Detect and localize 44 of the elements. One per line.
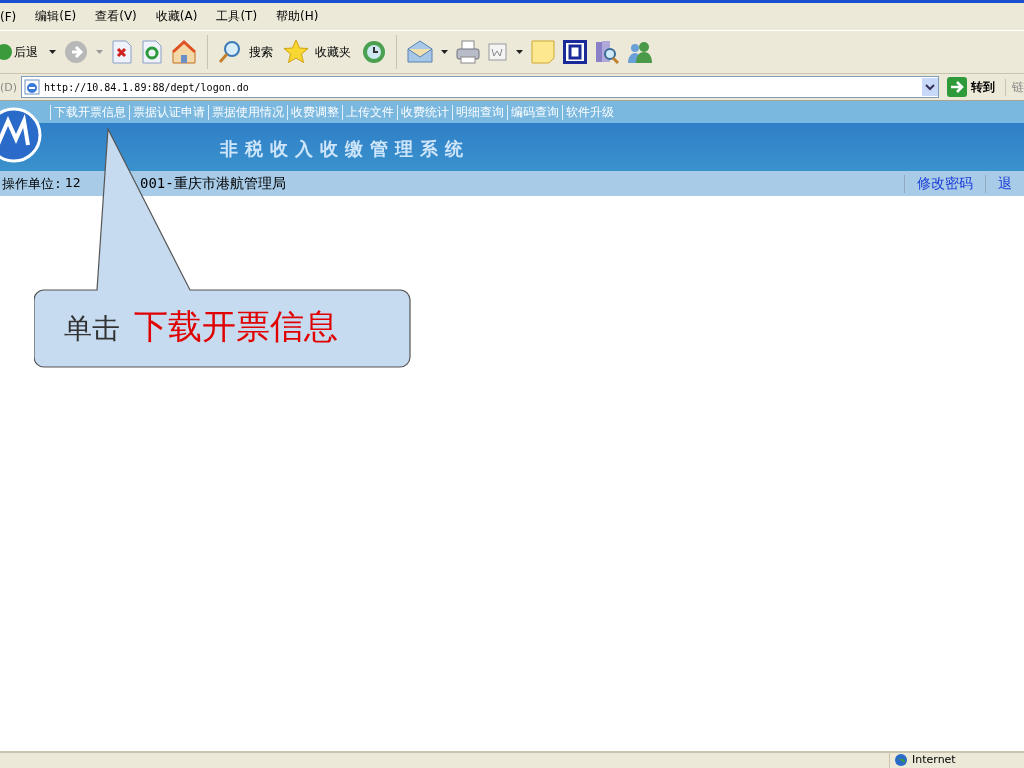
caret-icon[interactable] [49,50,56,54]
home-icon[interactable] [170,39,198,65]
go-button[interactable]: 转到 [943,77,1001,97]
refresh-icon[interactable] [140,39,164,65]
callout-text: 单击 下载开票信息 [64,305,338,348]
people-icon[interactable] [626,39,654,65]
search-button[interactable]: 搜索 [249,43,273,61]
caret-icon[interactable] [516,50,523,54]
menu-item[interactable]: 查看(V) [95,8,137,25]
menu-item[interactable]: (F) [0,9,17,24]
header-link[interactable]: 退 [985,174,1024,193]
document-icon[interactable] [487,41,509,63]
address-field[interactable]: http://10.84.1.89:88/dept/logon.do [21,76,939,98]
star-icon[interactable] [283,39,309,65]
book-icon[interactable] [594,39,620,65]
menu-item[interactable]: 编辑(E) [35,8,77,25]
printer-icon[interactable] [455,39,481,65]
system-title: 非税收入收缴管理系统 [220,137,471,161]
menu-item[interactable]: 帮助(H) [276,8,319,25]
stop-icon[interactable] [110,39,134,65]
caret-icon[interactable] [441,50,448,54]
history-icon[interactable] [361,39,387,65]
unit-code: 12 [64,174,81,192]
arrow-icon [947,77,967,97]
back-icon[interactable] [0,42,12,62]
globe-icon [894,753,908,767]
menu-item[interactable]: 工具(T) [216,8,258,25]
links-label[interactable]: 链 [1005,78,1024,96]
frame-icon[interactable] [562,39,588,65]
menu-item[interactable]: 收藏(A) [155,8,198,25]
address-label: (D) [0,80,18,94]
url-text: http://10.84.1.89:88/dept/logon.do [44,81,250,93]
unit-label: 操作单位: [1,174,62,193]
back-button[interactable]: 后退 [14,43,38,61]
zone-label: Internet [912,753,956,766]
unit-name: 001-重庆市港航管理局 [140,174,286,193]
search-icon[interactable] [217,39,243,65]
header-link[interactable]: 修改密码 [904,174,985,193]
mail-icon[interactable] [406,39,434,65]
forward-icon[interactable] [63,39,89,65]
logo-icon [0,105,44,165]
dropdown-icon[interactable] [922,78,938,96]
favorites-button[interactable]: 收藏夹 [315,43,351,61]
go-label: 转到 [971,78,995,96]
